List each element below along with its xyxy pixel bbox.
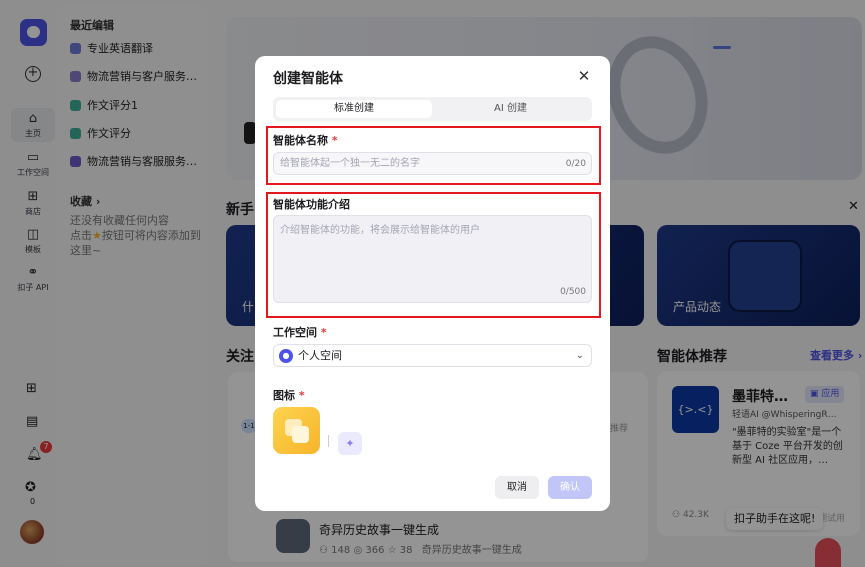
agent-desc-textarea[interactable]: 介绍智能体的功能，将会展示给智能体的用户 0/500 [273,215,592,303]
tab-ai-create[interactable]: AI 创建 [432,100,589,118]
agent-name-input[interactable]: 给智能体起一个独一无二的名字 0/20 [273,152,592,175]
name-char-count: 0/20 [565,159,586,169]
workspace-select[interactable]: ● 个人空间 ⌄ [273,344,592,367]
workspace-value: 个人空间 [298,349,342,362]
ai-generate-icon[interactable]: ✦ [338,432,362,455]
icon-label: 图标 * [273,389,305,402]
workspace-label: 工作空间 * [273,326,327,339]
person-icon: ● [279,349,293,363]
chevron-down-icon: ⌄ [575,350,584,361]
desc-char-count: 0/500 [560,287,586,297]
desc-label: 智能体功能介绍 [273,198,350,211]
name-placeholder: 给智能体起一个独一无二的名字 [280,158,420,169]
modal-title: 创建智能体 [273,71,343,87]
desc-placeholder: 介绍智能体的功能，将会展示给智能体的用户 [280,225,480,236]
agent-avatar-icon[interactable] [273,407,320,454]
name-label: 智能体名称 * [273,134,338,147]
tab-standard-create[interactable]: 标准创建 [276,100,432,118]
cancel-button[interactable]: 取消 [495,476,539,499]
divider [328,435,329,447]
confirm-button[interactable]: 确认 [548,476,592,499]
close-icon[interactable]: ✕ [577,68,591,84]
